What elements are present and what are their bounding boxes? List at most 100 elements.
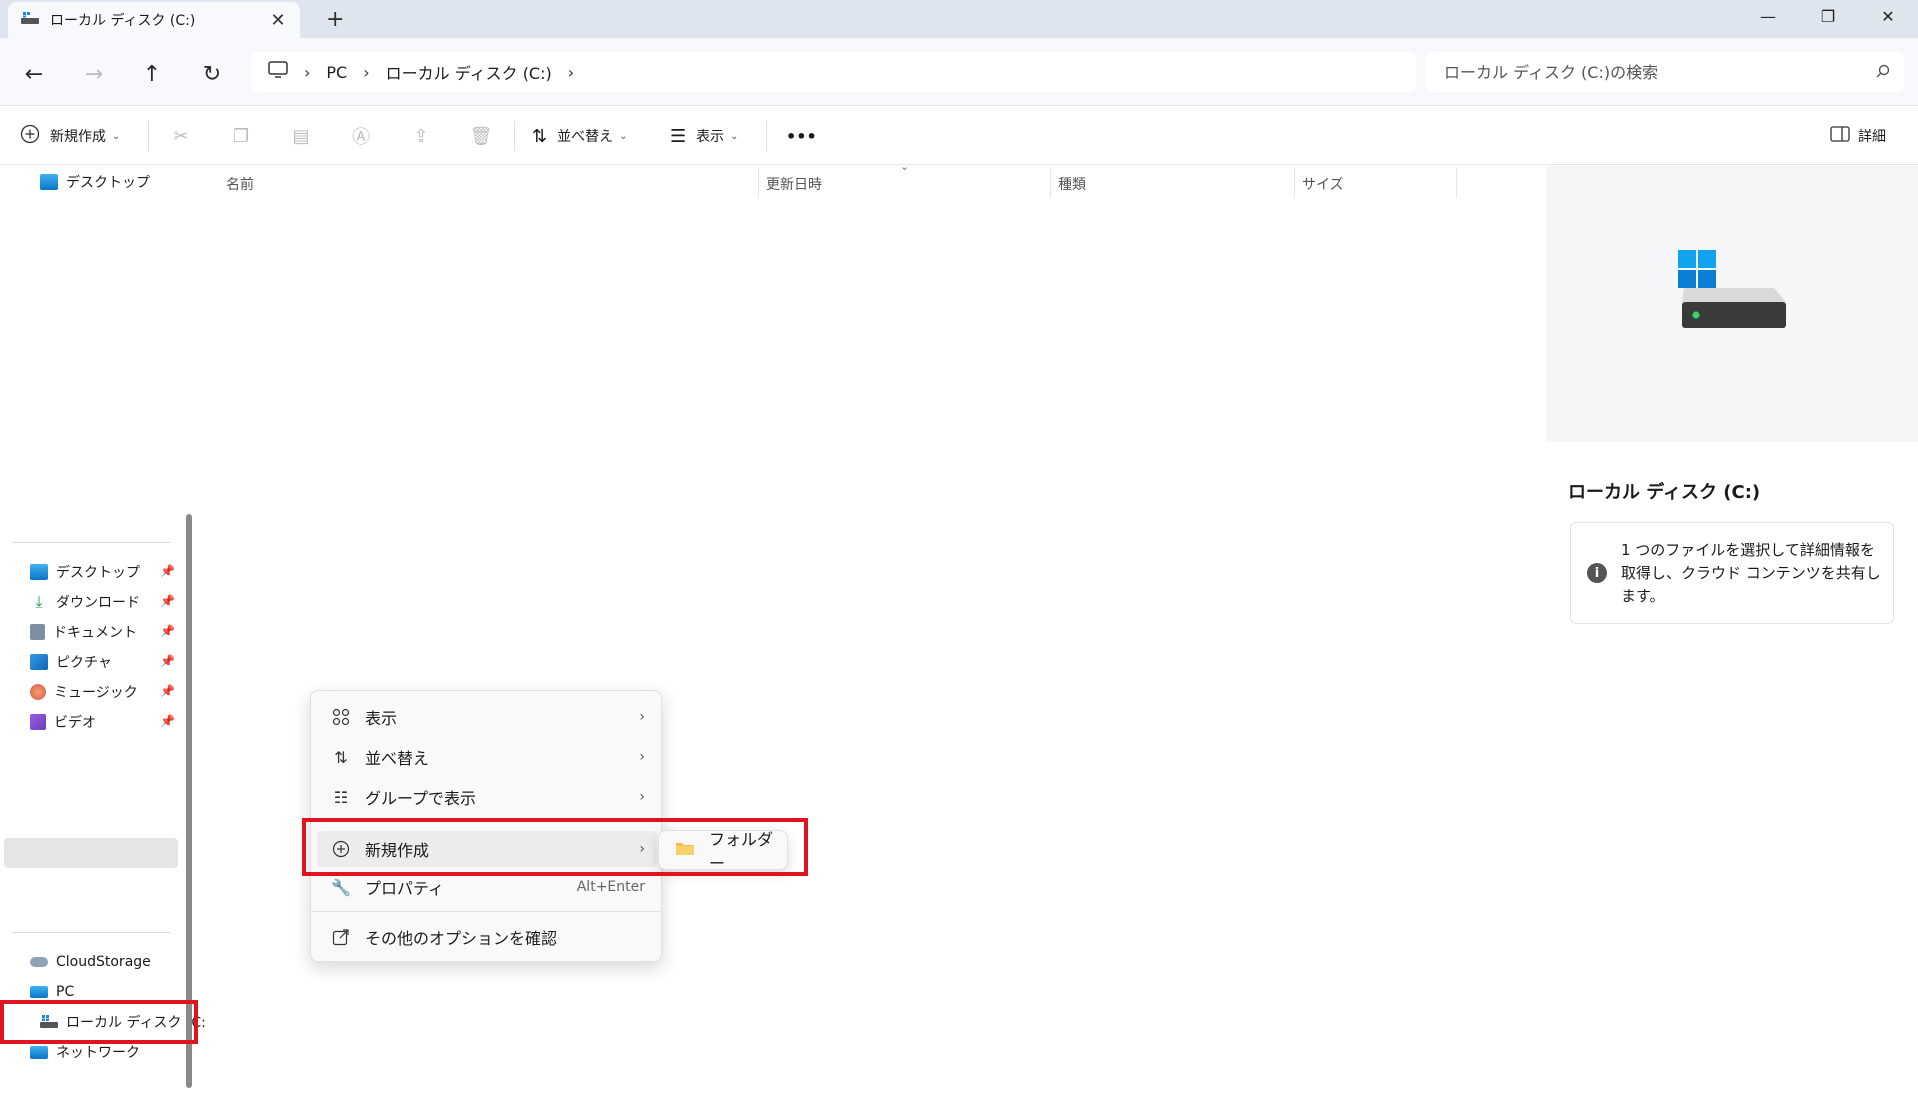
menu-item-view[interactable]: 表示 › — [317, 699, 657, 735]
nav-item-videos[interactable]: ビデオ — [30, 708, 96, 736]
column-divider[interactable] — [1294, 168, 1295, 198]
drive-icon — [20, 10, 40, 30]
nav-item-label: ドキュメント — [53, 625, 137, 641]
monitor-icon — [268, 61, 288, 83]
nav-item-label: デスクトップ — [56, 565, 140, 581]
nav-item-label: ミュージック — [54, 685, 138, 701]
wrench-icon: 🔧 — [331, 877, 351, 897]
breadcrumb-local-disk[interactable]: ローカル ディスク (C:) — [386, 60, 552, 84]
sort-button[interactable]: ⇅ 並べ替え ⌄ — [532, 119, 627, 153]
chevron-down-icon: ⌄ — [730, 130, 739, 142]
pin-icon[interactable]: 📌 — [160, 624, 175, 638]
menu-item-sort[interactable]: ⇅ 並べ替え › — [317, 739, 657, 775]
chevron-down-icon: ⌄ — [112, 130, 121, 142]
column-divider[interactable] — [758, 168, 759, 198]
refresh-button[interactable]: ↻ — [194, 56, 230, 92]
chevron-down-icon: ⌄ — [619, 130, 628, 142]
sort-indicator-icon: ⌄ — [900, 160, 910, 173]
paste-icon[interactable]: ▤ — [286, 121, 316, 151]
more-options-button[interactable]: ••• — [786, 119, 817, 153]
menu-item-more-options[interactable]: その他のオプションを確認 — [317, 919, 657, 955]
column-divider[interactable] — [1050, 168, 1051, 198]
nav-item-pictures[interactable]: ピクチャ — [30, 648, 112, 676]
column-header-name[interactable]: 名前 — [226, 174, 254, 194]
forward-button[interactable]: → — [76, 56, 112, 92]
breadcrumb-pc[interactable]: PC — [326, 63, 347, 82]
nav-item-label: ネットワーク — [56, 1045, 140, 1061]
toolbar-divider — [514, 121, 515, 151]
search-input[interactable] — [1444, 62, 1876, 82]
music-icon — [30, 684, 46, 700]
nav-item-label: ダウンロード — [56, 595, 140, 611]
sort-icon: ⇅ — [334, 747, 348, 767]
menu-label: プロパティ — [365, 879, 445, 898]
nav-selected-highlight — [4, 838, 178, 868]
chevron-right-icon: › — [304, 62, 311, 82]
toolbar-divider — [148, 121, 149, 151]
share-icon[interactable]: ⇪ — [406, 121, 436, 151]
rename-icon[interactable]: Ⓐ — [346, 121, 376, 151]
details-pane-button[interactable]: 詳細 — [1830, 119, 1886, 153]
refresh-icon: ↻ — [202, 61, 222, 87]
minimize-button[interactable]: — — [1740, 0, 1796, 32]
nav-item-label: デスクトップ — [66, 175, 150, 191]
search-icon[interactable] — [1876, 63, 1890, 82]
pin-icon[interactable]: 📌 — [160, 714, 175, 728]
info-icon: i — [1587, 563, 1607, 583]
arrow-right-icon: → — [84, 61, 104, 87]
up-button[interactable]: ↑ — [134, 56, 170, 92]
nav-item-label: ビデオ — [54, 715, 96, 731]
desktop-icon — [40, 174, 58, 190]
address-bar[interactable]: › PC › ローカル ディスク (C:) › — [252, 52, 1416, 92]
pin-icon[interactable]: 📌 — [160, 684, 175, 698]
video-icon — [30, 714, 46, 730]
cut-icon[interactable]: ✂ — [166, 121, 196, 151]
group-list-icon: ☷ — [333, 787, 349, 807]
delete-icon[interactable]: 🗑 — [466, 121, 496, 151]
new-button[interactable]: 新規作成 ⌄ — [20, 119, 120, 153]
tab-local-disk[interactable]: ローカル ディスク (C:) ✕ — [8, 2, 300, 38]
pin-icon[interactable]: 📌 — [160, 594, 175, 608]
pin-icon[interactable]: 📌 — [160, 654, 175, 668]
new-tab-icon[interactable]: + — [326, 7, 344, 32]
download-icon: ⤓ — [35, 592, 43, 611]
grid-view-icon — [331, 707, 351, 727]
nav-item-desktop-top[interactable]: デスクトップ — [40, 168, 150, 196]
address-row: ← → ↑ ↻ › PC › ローカル ディスク (C:) › — [0, 38, 1918, 106]
nav-divider — [12, 542, 170, 543]
nav-item-cloud-storage[interactable]: CloudStorage — [30, 948, 151, 976]
info-box: i 1 つのファイルを選択して詳細情報を取得し、クラウド コンテンツを共有します… — [1570, 522, 1894, 624]
copy-icon[interactable]: ❐ — [226, 121, 256, 151]
chevron-right-icon[interactable]: › — [568, 63, 574, 82]
menu-item-group-by[interactable]: ☷ グループで表示 › — [317, 779, 657, 815]
view-button[interactable]: ☰ 表示 ⌄ — [670, 119, 739, 153]
back-button[interactable]: ← — [16, 56, 52, 92]
external-open-icon — [331, 927, 351, 947]
sort-label: 並べ替え — [557, 129, 614, 145]
details-pane-icon — [1830, 126, 1850, 146]
nav-divider — [12, 932, 170, 933]
pin-icon[interactable]: 📌 — [160, 564, 175, 578]
menu-separator — [311, 911, 663, 912]
column-header-modified[interactable]: 更新日時 — [766, 174, 822, 194]
search-box[interactable] — [1426, 52, 1904, 92]
column-header-size[interactable]: サイズ — [1302, 174, 1344, 194]
nav-item-music[interactable]: ミュージック — [30, 678, 138, 706]
column-header-type[interactable]: 種類 — [1058, 174, 1086, 194]
pictures-icon — [30, 654, 48, 670]
column-divider[interactable] — [1456, 168, 1457, 198]
nav-item-desktop[interactable]: デスクトップ — [30, 558, 140, 586]
toolbar-divider — [766, 121, 767, 151]
details-label: 詳細 — [1858, 129, 1886, 145]
view-list-icon: ☰ — [670, 125, 687, 147]
tab-title: ローカル ディスク (C:) — [50, 13, 196, 29]
menu-label: その他のオプションを確認 — [365, 929, 558, 948]
info-text: 1 つのファイルを選択して詳細情報を取得し、クラウド コンテンツを共有します。 — [1621, 541, 1881, 605]
shortcut-label: Alt+Enter — [576, 879, 645, 895]
nav-item-documents[interactable]: ドキュメント — [30, 618, 137, 646]
cloud-storage-icon — [30, 957, 48, 967]
close-button[interactable]: ✕ — [1860, 0, 1916, 32]
tab-close-icon[interactable]: ✕ — [268, 10, 288, 31]
maximize-button[interactable]: ❐ — [1800, 0, 1856, 32]
nav-item-downloads[interactable]: ⤓ ダウンロード — [30, 588, 140, 616]
